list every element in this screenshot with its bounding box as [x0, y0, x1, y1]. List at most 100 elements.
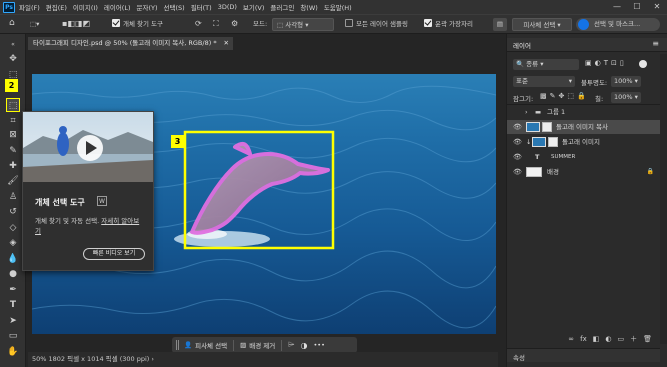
menu-file[interactable]: 파일(F) [19, 2, 40, 12]
layers-tab[interactable]: 레이어 [513, 40, 531, 50]
frame-tool-icon[interactable]: ⊠ [6, 128, 20, 142]
select-mask-button[interactable]: 선택 및 마스크... [576, 18, 660, 31]
crop-tool-icon[interactable]: ⌗ [6, 114, 20, 128]
properties-tab[interactable]: 속성 [513, 352, 525, 362]
more-options-button[interactable]: ••• [313, 341, 325, 349]
selection-mode-icons[interactable]: ▪◧◨◩ [62, 17, 90, 30]
brush-tool-icon[interactable]: 🖌 [6, 174, 20, 188]
menu-layer[interactable]: 레이어(L) [104, 2, 131, 12]
layer-thumbnail [532, 137, 546, 147]
pen-tool-icon[interactable]: ✒ [6, 283, 20, 297]
ctx-remove-bg-button[interactable]: ▨ 배경 제거 [240, 340, 275, 350]
adjustment-icon[interactable]: ◑ [300, 341, 307, 350]
fx-icon[interactable]: fx [580, 332, 587, 346]
document-tab[interactable]: 타이포그래피 디자인.psd @ 50% (돌고래 이미지 복사, RGB/8)… [28, 37, 233, 50]
healing-brush-icon[interactable]: ✚ [6, 159, 20, 173]
layer-row-text[interactable]: 👁 T SUMMER [507, 150, 660, 164]
menu-type[interactable]: 문자(Y) [137, 2, 158, 12]
menu-plugins[interactable]: 플러그인 [270, 2, 294, 12]
dodge-tool-icon[interactable]: ● [6, 267, 20, 281]
all-layers-checkbox[interactable] [345, 19, 353, 27]
chevron-right-icon[interactable]: › [525, 105, 528, 119]
eyedropper-tool-icon[interactable]: ✎ [6, 144, 20, 158]
panel-scrollbar[interactable] [660, 54, 667, 344]
menu-edit[interactable]: 편집(E) [46, 2, 67, 12]
history-brush-icon[interactable]: ↺ [6, 205, 20, 219]
add-mask-icon[interactable]: ◧ [593, 332, 600, 346]
menu-3d[interactable]: 3D(D) [218, 3, 237, 11]
close-button[interactable]: ✕ [647, 0, 667, 14]
lock-icons[interactable]: ▩✎✥⬚🔒 [540, 92, 589, 100]
show-objects-icon[interactable]: ⛶ [213, 17, 219, 30]
layer-thumbnail [526, 122, 540, 132]
lock-icon: 🔒 [646, 168, 654, 175]
fill-value: 100% [614, 93, 633, 101]
eye-icon[interactable]: 👁 [513, 165, 522, 179]
tool-preset-icon[interactable]: ⬚▾ [30, 18, 39, 31]
paint-bucket-icon[interactable]: ◈ [6, 236, 20, 250]
eye-icon[interactable]: 👁 [513, 150, 522, 164]
layer-row-background[interactable]: 👁 배경 🔒 [507, 165, 660, 179]
layer-filter-select[interactable]: 🔍 종류 ▾ [513, 59, 579, 70]
refresh-icon[interactable]: ⟳ [195, 17, 202, 30]
opacity-value: 100% [614, 77, 633, 85]
object-selection-tool-icon[interactable]: ⬚ [6, 98, 20, 112]
fill-label: 칠: [595, 95, 604, 103]
toolbar-collapse-icon[interactable]: « [6, 38, 20, 52]
transform-icon[interactable]: ⌲ [288, 340, 294, 350]
home-icon[interactable]: ⌂ [9, 17, 15, 30]
menu-image[interactable]: 이미지(I) [73, 2, 98, 12]
maximize-button[interactable]: ☐ [627, 0, 647, 14]
menu-help[interactable]: 도움말(H) [324, 2, 352, 12]
link-layers-icon[interactable]: ∞ [568, 332, 574, 346]
menu-filter[interactable]: 필터(T) [191, 2, 212, 12]
watch-video-button[interactable]: 빠른 비디오 보기 [83, 248, 145, 260]
opacity-input[interactable]: 100% ▾ [611, 76, 641, 87]
type-tool-icon[interactable]: T [6, 298, 20, 312]
layer-row-group[interactable]: › ▬ 그룹 1 [507, 105, 660, 119]
folder-icon: ▬ [535, 108, 542, 116]
clone-stamp-icon[interactable]: ♙ [6, 190, 20, 204]
blend-mode-value: 표준 [516, 77, 528, 85]
chat-icon[interactable]: ▤ [493, 18, 507, 31]
filter-toggle[interactable] [639, 60, 647, 68]
menu-window[interactable]: 창(W) [300, 2, 317, 12]
layer-filter-icons[interactable]: ▣◐T⊡▯ [585, 59, 627, 67]
document-tab-close-icon[interactable]: ✕ [224, 37, 229, 50]
mode-select[interactable]: ⬚ 사각형 ▾ [272, 18, 334, 31]
drag-handle-icon[interactable] [176, 340, 179, 350]
fill-input[interactable]: 100% ▾ [611, 92, 641, 103]
popup-title: 개체 선택 도구 [35, 198, 85, 207]
layer-row-selected[interactable]: 👁 돌고래 이미지 복사 [507, 120, 660, 134]
select-subject-button[interactable]: 피사체 선택 ▾ [512, 18, 572, 31]
mode-value: 사각형 [285, 21, 304, 29]
trash-icon[interactable]: 🗑 [643, 332, 652, 346]
object-finder-checkbox[interactable] [112, 19, 120, 27]
blur-tool-icon[interactable]: 💧 [6, 252, 20, 266]
hand-tool-icon[interactable]: ✋ [6, 345, 20, 359]
eraser-tool-icon[interactable]: ◇ [6, 221, 20, 235]
object-finder-option[interactable]: 개체 찾기 도구 [112, 18, 163, 31]
layer-row[interactable]: 👁 ↓ 돌고래 이미지 [507, 135, 660, 149]
status-bar: 50% 1802 픽셀 x 1014 픽셀 (300 ppi) › [28, 352, 498, 367]
ctx-select-subject-button[interactable]: 👤 피사체 선택 [184, 340, 227, 350]
eye-icon[interactable]: 👁 [513, 135, 522, 149]
gear-icon[interactable]: ⚙ [231, 17, 238, 30]
menu-view[interactable]: 보기(V) [243, 2, 264, 12]
path-selection-icon[interactable]: ➤ [6, 314, 20, 328]
move-tool-icon[interactable]: ✥ [6, 52, 20, 66]
rectangle-tool-icon[interactable]: ▭ [6, 329, 20, 343]
video-thumbnail[interactable] [23, 112, 153, 182]
panel-menu-icon[interactable]: ≡ [652, 39, 659, 48]
all-layers-option[interactable]: 모든 레이어 샘플링 [345, 18, 408, 31]
popup-description: 개체 찾기 및 자동 선택. 자세히 알아보기 [35, 216, 145, 236]
blend-mode-select[interactable]: 표준 ▾ [513, 76, 575, 87]
minimize-button[interactable]: — [607, 0, 627, 14]
hard-edge-option[interactable]: 윤곽 가장자리 [424, 18, 473, 31]
new-layer-icon[interactable]: ＋ [630, 332, 637, 346]
hard-edge-checkbox[interactable] [424, 19, 432, 27]
new-group-icon[interactable]: ▭ [617, 332, 624, 346]
eye-icon[interactable]: 👁 [513, 120, 522, 134]
adjustment-layer-icon[interactable]: ◐ [605, 332, 611, 346]
menu-select[interactable]: 선택(S) [164, 2, 185, 12]
